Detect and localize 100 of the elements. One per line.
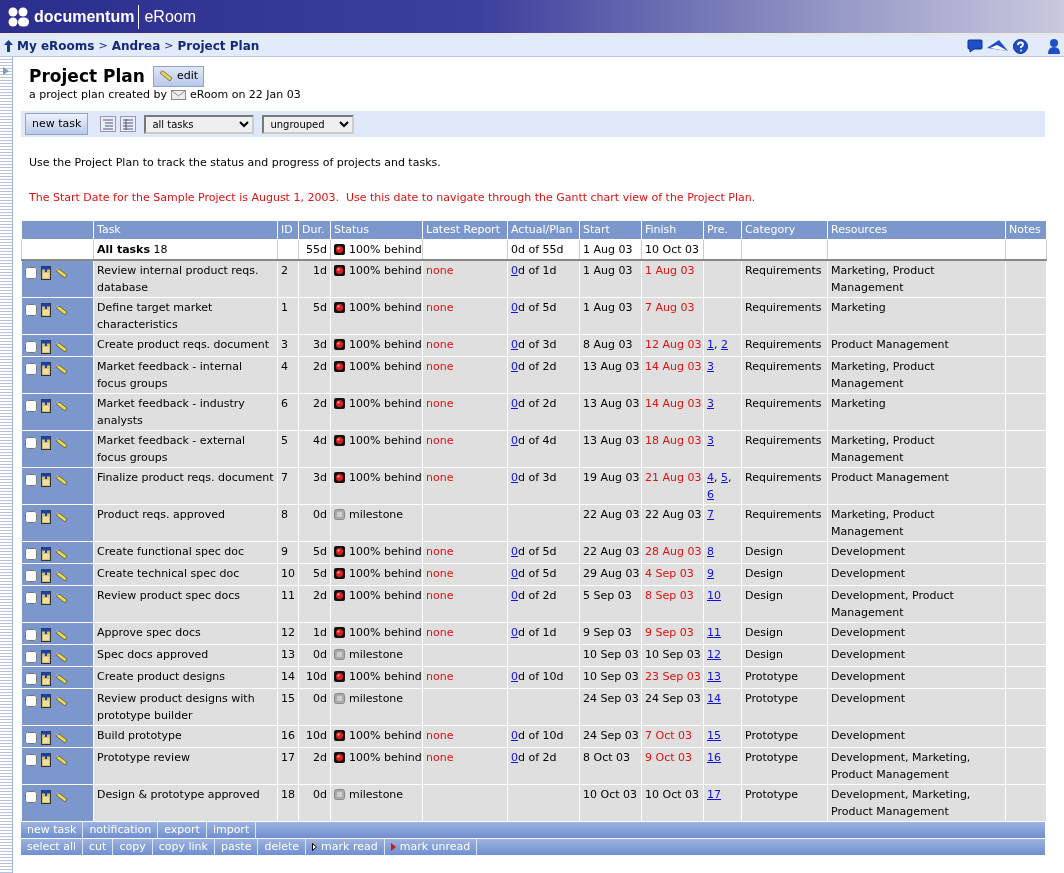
row-checkbox[interactable] (25, 341, 37, 353)
task-details-icon[interactable] (41, 628, 51, 642)
actual-link[interactable]: 0 (511, 545, 518, 558)
edit-pencil-icon[interactable] (55, 673, 68, 685)
chat-bubble-icon[interactable] (967, 39, 983, 53)
actual-link[interactable]: 0 (511, 301, 518, 314)
person-icon[interactable] (1048, 38, 1060, 54)
row-checkbox[interactable] (25, 651, 37, 663)
row-checkbox[interactable] (25, 629, 37, 641)
edit-pencil-icon[interactable] (55, 511, 68, 523)
predecessor-link[interactable]: 5 (721, 471, 728, 484)
predecessor-link[interactable]: 16 (707, 751, 721, 764)
actual-link[interactable]: 0 (511, 360, 518, 373)
task-details-icon[interactable] (41, 731, 51, 745)
edit-pencil-icon[interactable] (55, 304, 68, 316)
row-checkbox[interactable] (25, 695, 37, 707)
edit-pencil-icon[interactable] (55, 651, 68, 663)
task-details-icon[interactable] (41, 753, 51, 767)
predecessor-link[interactable]: 8 (707, 545, 714, 558)
predecessor-link[interactable]: 11 (707, 626, 721, 639)
row-checkbox[interactable] (25, 754, 37, 766)
actual-link[interactable]: 0 (511, 670, 518, 683)
row-checkbox[interactable] (25, 437, 37, 449)
actual-link[interactable]: 0 (511, 264, 518, 277)
actual-link[interactable]: 0 (511, 397, 518, 410)
edit-pencil-icon[interactable] (55, 592, 68, 604)
edit-pencil-icon[interactable] (55, 570, 68, 582)
actual-link[interactable]: 0 (511, 626, 518, 639)
predecessor-link[interactable]: 3 (707, 360, 714, 373)
predecessor-link[interactable]: 17 (707, 788, 721, 801)
row-checkbox[interactable] (25, 474, 37, 486)
edit-pencil-icon[interactable] (55, 629, 68, 641)
predecessor-link[interactable]: 15 (707, 729, 721, 742)
outline-view-icon[interactable] (100, 116, 117, 132)
edit-pencil-icon[interactable] (55, 267, 68, 279)
filter-dropdown[interactable]: all tasks (144, 114, 255, 134)
breadcrumb-link[interactable]: My eRooms (17, 37, 95, 55)
actual-link[interactable]: 0 (511, 471, 518, 484)
task-details-icon[interactable] (41, 547, 51, 561)
predecessor-link[interactable]: 9 (707, 567, 714, 580)
edit-pencil-icon[interactable] (55, 363, 68, 375)
edit-pencil-icon[interactable] (55, 437, 68, 449)
predecessor-link[interactable]: 10 (707, 589, 721, 602)
predecessor-link[interactable]: 13 (707, 670, 721, 683)
row-checkbox[interactable] (25, 511, 37, 523)
task-details-icon[interactable] (41, 303, 51, 317)
breadcrumb-link[interactable]: Andrea (111, 37, 161, 55)
task-details-icon[interactable] (41, 340, 51, 354)
actual-link[interactable]: 0 (511, 729, 518, 742)
edit-pencil-icon[interactable] (55, 400, 68, 412)
edit-pencil-icon[interactable] (55, 695, 68, 707)
predecessor-link[interactable]: 2 (721, 338, 728, 351)
task-details-icon[interactable] (41, 473, 51, 487)
row-checkbox[interactable] (25, 304, 37, 316)
edit-pencil-icon[interactable] (55, 754, 68, 766)
up-arrow-icon[interactable] (4, 40, 13, 52)
row-checkbox[interactable] (25, 732, 37, 744)
row-checkbox[interactable] (25, 570, 37, 582)
actual-link[interactable]: 0 (511, 567, 518, 580)
row-checkbox[interactable] (25, 791, 37, 803)
edit-pencil-icon[interactable] (55, 474, 68, 486)
predecessor-link[interactable]: 14 (707, 692, 721, 705)
row-checkbox[interactable] (25, 673, 37, 685)
predecessor-link[interactable]: 6 (707, 488, 714, 501)
edit-pencil-icon[interactable] (55, 548, 68, 560)
task-details-icon[interactable] (41, 672, 51, 686)
edit-pencil-icon[interactable] (55, 341, 68, 353)
row-checkbox[interactable] (25, 400, 37, 412)
edit-pencil-icon[interactable] (55, 732, 68, 744)
row-checkbox[interactable] (25, 592, 37, 604)
actual-link[interactable]: 0 (511, 589, 518, 602)
edit-button[interactable]: edit (152, 66, 204, 87)
task-details-icon[interactable] (41, 591, 51, 605)
grouping-dropdown[interactable]: ungrouped (262, 114, 355, 134)
predecessor-link[interactable]: 1 (707, 338, 714, 351)
edit-pencil-icon[interactable] (55, 791, 68, 803)
table-view-icon[interactable] (120, 116, 137, 132)
row-checkbox[interactable] (25, 363, 37, 375)
task-details-icon[interactable] (41, 790, 51, 804)
new-task-button[interactable]: new task (25, 112, 89, 136)
task-details-icon[interactable] (41, 436, 51, 450)
predecessor-link[interactable]: 4 (707, 471, 714, 484)
breadcrumb-link[interactable]: Project Plan (177, 37, 260, 55)
predecessor-link[interactable]: 7 (707, 508, 714, 521)
task-details-icon[interactable] (41, 399, 51, 413)
task-details-icon[interactable] (41, 694, 51, 708)
actual-link[interactable]: 0 (511, 751, 518, 764)
task-details-icon[interactable] (41, 569, 51, 583)
predecessor-link[interactable]: 3 (707, 397, 714, 410)
task-details-icon[interactable] (41, 362, 51, 376)
actual-link[interactable]: 0 (511, 338, 518, 351)
task-details-icon[interactable] (41, 266, 51, 280)
task-details-icon[interactable] (41, 510, 51, 524)
row-checkbox[interactable] (25, 267, 37, 279)
predecessor-link[interactable]: 3 (707, 434, 714, 447)
row-checkbox[interactable] (25, 548, 37, 560)
expand-icon[interactable] (3, 67, 9, 75)
task-details-icon[interactable] (41, 650, 51, 664)
predecessor-link[interactable]: 12 (707, 648, 721, 661)
help-icon[interactable] (1013, 38, 1028, 54)
